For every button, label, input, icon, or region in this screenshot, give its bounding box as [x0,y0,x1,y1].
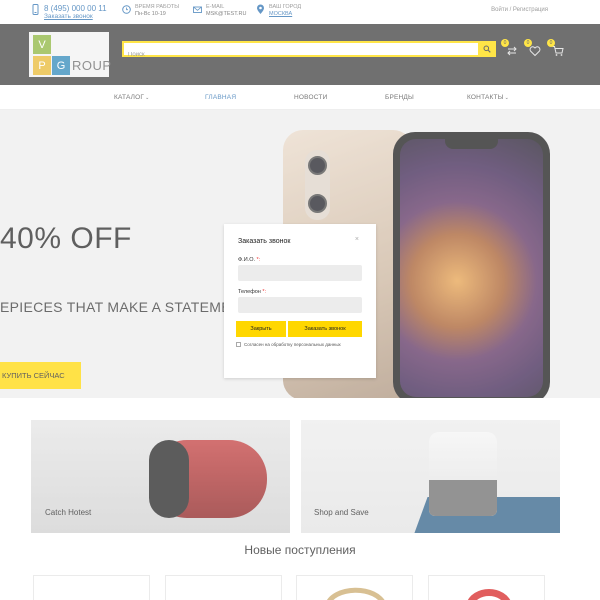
camera-lens [308,156,327,175]
camera-module [305,150,330,220]
logo-g: G [52,56,70,75]
compare-badge: 0 [501,39,509,47]
banner-label: Catch Hotest [45,508,92,517]
cart-icon [552,46,564,56]
nav-item-home[interactable]: Главная [205,94,236,101]
name-field[interactable] [238,265,362,281]
logo[interactable]: V P G ROUP [29,32,112,77]
hero-title: 40% OFF [0,222,132,255]
product-card[interactable] [165,575,282,600]
compare-button[interactable]: 0 [501,39,518,56]
compare-icon [507,46,517,56]
hours-label: Время работы [135,4,180,10]
banner-label: Shop and Save [314,508,369,517]
product-image-phone-front [393,132,550,398]
hours-block: Время работы Пн-Вс 10-19 [122,4,179,18]
product-card[interactable] [296,575,413,600]
hours-value: Пн-Вс 10-19 [135,11,166,17]
consent-row: Согласен на обработку персональных данны… [236,342,341,347]
nav-item-contacts[interactable]: Контакты⌄ [467,94,509,101]
smart-speaker-image [429,432,497,516]
required-mark: *: [262,289,267,295]
promo-banner-speaker[interactable]: Catch Hotest [31,420,290,533]
city-block: Ваш город Москва [256,4,301,18]
callback-modal: Заказать звонок × Ф.И.О. *: Телефон *: З… [224,224,376,378]
promo-banner-smart-speaker[interactable]: Shop and Save [301,420,560,533]
name-field-label: Ф.И.О. *: [238,257,260,263]
nav-item-contacts-label: Контакты [467,94,504,101]
cart-badge: 0 [547,39,555,47]
logo-v: V [33,35,51,54]
phone-block: 8 (495) 000 00 11 Заказать звонок [31,4,107,21]
login-register-link[interactable]: Войти / Регистрация [491,7,548,13]
new-arrivals-title: Новые поступления [244,543,356,557]
headphones-image [327,587,385,600]
phone-icon [32,4,39,15]
cart-button[interactable]: 0 [547,39,564,56]
logo-p: P [33,56,51,75]
email-value[interactable]: msk@test.ru [206,11,246,18]
search-icon [483,45,491,53]
email-block: E-mail msk@test.ru [193,4,246,18]
buy-now-button[interactable]: КУПИТЬ СЕЙЧАС [0,362,81,389]
phone-field[interactable] [238,297,362,313]
phone-label-text: Телефон [238,289,261,295]
phone-field-label: Телефон *: [238,289,266,295]
main-nav: Каталог⌄ Главная Новости Бренды Контакты… [0,85,600,110]
chevron-down-icon: ⌄ [145,95,150,101]
name-label-text: Ф.И.О. [238,257,255,263]
mail-icon [193,6,202,13]
clock-icon [122,5,131,14]
city-label: Ваш город [269,4,302,10]
modal-close-button[interactable]: Закрыть [236,321,286,337]
required-mark: *: [256,257,261,263]
search-input[interactable] [124,49,478,61]
top-info-bar: 8 (495) 000 00 11 Заказать звонок Время … [0,0,600,24]
close-icon[interactable]: × [355,236,359,243]
logo-text: ROUP [72,58,112,73]
chevron-down-icon: ⌄ [504,95,510,101]
search-bar [122,41,496,61]
consent-label: Согласен на обработку персональных данны… [244,342,341,347]
product-card[interactable] [33,575,150,600]
phone-notch [445,139,498,149]
nav-item-news[interactable]: Новости [294,94,327,101]
speaker-image [149,440,267,518]
site-header: V P G ROUP 0 0 0 [0,24,600,85]
headphones-image [467,589,511,600]
phone-number[interactable]: 8 (495) 000 00 11 [44,4,107,13]
phone-screen [400,139,543,397]
city-value[interactable]: Москва [269,11,301,18]
speaker-cap [149,440,189,518]
hero-subtitle: EPIECES THAT MAKE A STATEMENT [0,299,251,315]
nav-item-brands[interactable]: Бренды [385,94,414,101]
email-label: E-mail [206,4,225,10]
consent-checkbox[interactable] [236,342,241,347]
product-card[interactable] [428,575,545,600]
nav-item-catalog-label: Каталог [114,94,145,101]
smart-speaker-base [429,480,497,516]
heart-icon [529,46,541,57]
submit-callback-button[interactable]: Заказать звонок [288,321,362,337]
nav-item-catalog[interactable]: Каталог⌄ [114,94,149,101]
favorites-badge: 0 [524,39,532,47]
camera-lens [308,194,327,213]
favorites-button[interactable]: 0 [524,39,541,57]
map-pin-icon [257,4,264,14]
callback-link[interactable]: Заказать звонок [44,13,107,21]
search-button[interactable] [478,41,496,57]
modal-title: Заказать звонок [238,238,291,245]
